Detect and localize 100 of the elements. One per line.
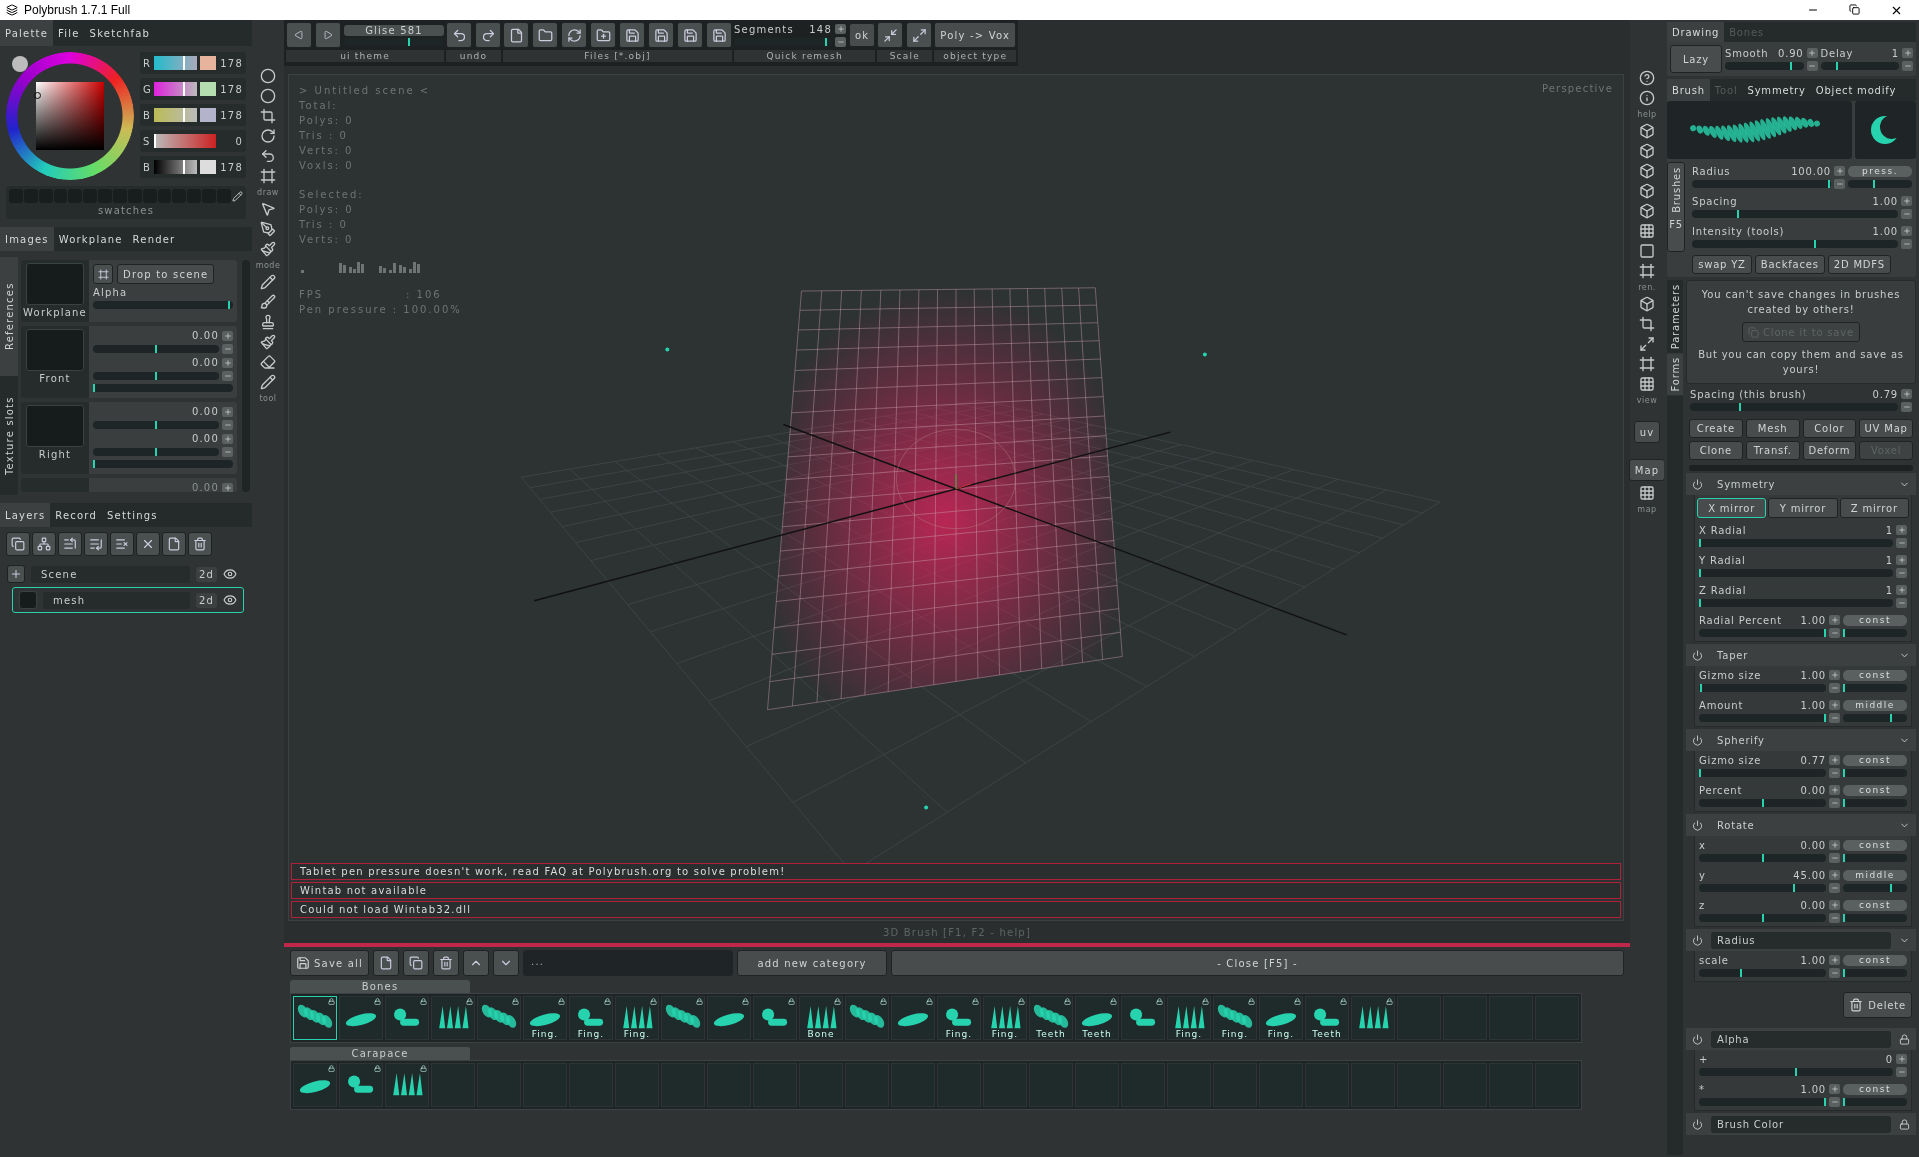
up-button[interactable] [463, 950, 489, 976]
minus-button[interactable] [1829, 797, 1840, 808]
mode-track[interactable] [1848, 179, 1912, 188]
minus-button[interactable] [835, 36, 846, 47]
undo-button[interactable] [446, 22, 472, 48]
lazy-button[interactable]: Lazy [1670, 45, 1722, 73]
plus-button[interactable] [1896, 585, 1907, 595]
cube-icon[interactable] [1639, 163, 1655, 179]
square-icon[interactable] [1639, 243, 1655, 259]
down-button[interactable] [493, 950, 519, 976]
pointer-icon[interactable] [260, 201, 276, 217]
mode-button[interactable]: const [1843, 954, 1907, 966]
slider-track[interactable] [1725, 61, 1804, 70]
list-button[interactable] [110, 532, 134, 556]
brush-slot[interactable]: Fing. [937, 996, 981, 1040]
plus-button[interactable] [1829, 615, 1840, 625]
brush-icon[interactable] [260, 241, 276, 257]
minus-button[interactable] [1806, 60, 1818, 71]
plus-button[interactable] [222, 357, 233, 368]
side-tab[interactable]: Texture slots [0, 376, 18, 495]
minus-button[interactable] [1829, 627, 1840, 638]
form-button[interactable]: UV Map [1859, 419, 1913, 438]
panel-tab[interactable]: Symmetry [1742, 79, 1811, 101]
mode-button[interactable]: const [1843, 614, 1907, 626]
slider-thumb[interactable] [182, 160, 185, 174]
section-header[interactable]: Symmetry [1686, 473, 1916, 495]
copy-button[interactable] [403, 950, 429, 976]
minus-button[interactable] [1896, 537, 1907, 548]
minus-button[interactable] [1829, 912, 1840, 923]
circle-icon[interactable] [260, 68, 276, 84]
slider-thumb[interactable] [407, 37, 410, 46]
cube-icon[interactable] [1639, 143, 1655, 159]
color-channel-slider[interactable]: B 178 [140, 156, 246, 178]
expand-button[interactable] [906, 22, 933, 48]
slider-track[interactable] [1699, 683, 1826, 692]
add-category-button[interactable]: add new category [737, 950, 887, 976]
grid-icon[interactable] [1639, 223, 1655, 239]
plus-button[interactable] [1902, 48, 1913, 58]
slider-thumb[interactable] [1736, 209, 1739, 218]
brush-icon[interactable] [260, 294, 276, 310]
layer-row[interactable]: mesh 2d [12, 587, 244, 613]
brush-slot[interactable]: Fing. [523, 996, 567, 1040]
panel-tab[interactable]: Settings [102, 503, 163, 527]
plus-button[interactable] [1829, 785, 1840, 795]
close-library-button[interactable]: - Close [F5] - [891, 950, 1624, 976]
slider-thumb[interactable] [182, 82, 185, 96]
slider-thumb[interactable] [1889, 713, 1892, 722]
panel-tab[interactable]: Brush [1667, 79, 1710, 101]
side-tab[interactable]: Parameters [1667, 280, 1683, 354]
category-tab[interactable]: Bones [290, 980, 470, 993]
panel-tab[interactable]: Object modify [1810, 79, 1902, 101]
minus-button[interactable] [222, 371, 233, 381]
next-theme-button[interactable] [315, 22, 341, 48]
mirror-toggle[interactable]: Z mirror [1839, 498, 1909, 518]
slider-thumb[interactable] [1761, 913, 1764, 922]
color-channel-slider[interactable]: B 178 [140, 104, 246, 126]
mode-track[interactable] [1843, 713, 1907, 722]
previous-theme-button[interactable] [286, 22, 312, 48]
plus-button[interactable] [222, 433, 233, 444]
plus-button[interactable] [1829, 840, 1840, 850]
minus-button[interactable] [1829, 967, 1840, 978]
slider-track[interactable] [1699, 913, 1826, 922]
info-icon[interactable] [1639, 90, 1655, 106]
pencil-icon[interactable] [260, 374, 276, 390]
pen-icon[interactable] [260, 221, 276, 237]
ok-button[interactable]: ok [849, 23, 876, 47]
slider-track[interactable] [1699, 853, 1826, 862]
minus-button[interactable] [1896, 1066, 1907, 1077]
brush-slot[interactable] [477, 996, 521, 1040]
panel-tab[interactable]: Sketchfab [84, 20, 156, 46]
delete-button[interactable]: Delete [1843, 992, 1912, 1018]
form-button[interactable]: Color [1802, 419, 1857, 438]
plus-button[interactable] [1829, 870, 1840, 880]
plus-button[interactable] [222, 406, 233, 417]
slider-track[interactable] [1820, 61, 1899, 70]
slider-thumb[interactable] [1700, 683, 1703, 692]
mode-track[interactable] [1843, 913, 1907, 922]
slider-thumb[interactable] [1889, 883, 1892, 892]
form-button[interactable]: Clone [1689, 441, 1743, 460]
plus-button[interactable] [222, 330, 233, 341]
minus-button[interactable] [222, 447, 233, 457]
expand-icon[interactable] [1639, 336, 1655, 352]
frame-icon[interactable] [260, 168, 276, 184]
help-icon[interactable] [1639, 70, 1655, 86]
plus-button[interactable] [222, 482, 233, 492]
undo-icon[interactable] [260, 148, 276, 164]
plus-button[interactable] [1829, 1084, 1840, 1094]
slider-track[interactable] [93, 345, 219, 353]
minus-button[interactable] [1829, 682, 1840, 693]
category-tab[interactable]: Carapace [290, 1047, 470, 1060]
plus-button[interactable] [1806, 48, 1818, 58]
form-button[interactable]: Mesh [1745, 419, 1800, 438]
uv-button[interactable]: uv [1633, 421, 1661, 443]
section-header[interactable]: Taper [1686, 644, 1916, 666]
fit-button[interactable] [93, 264, 113, 284]
mode-track[interactable] [1843, 798, 1907, 807]
frame-icon[interactable] [1639, 356, 1655, 372]
slider-track[interactable] [734, 37, 832, 46]
brush-slot[interactable] [753, 996, 797, 1040]
slider-track[interactable] [1699, 568, 1893, 577]
